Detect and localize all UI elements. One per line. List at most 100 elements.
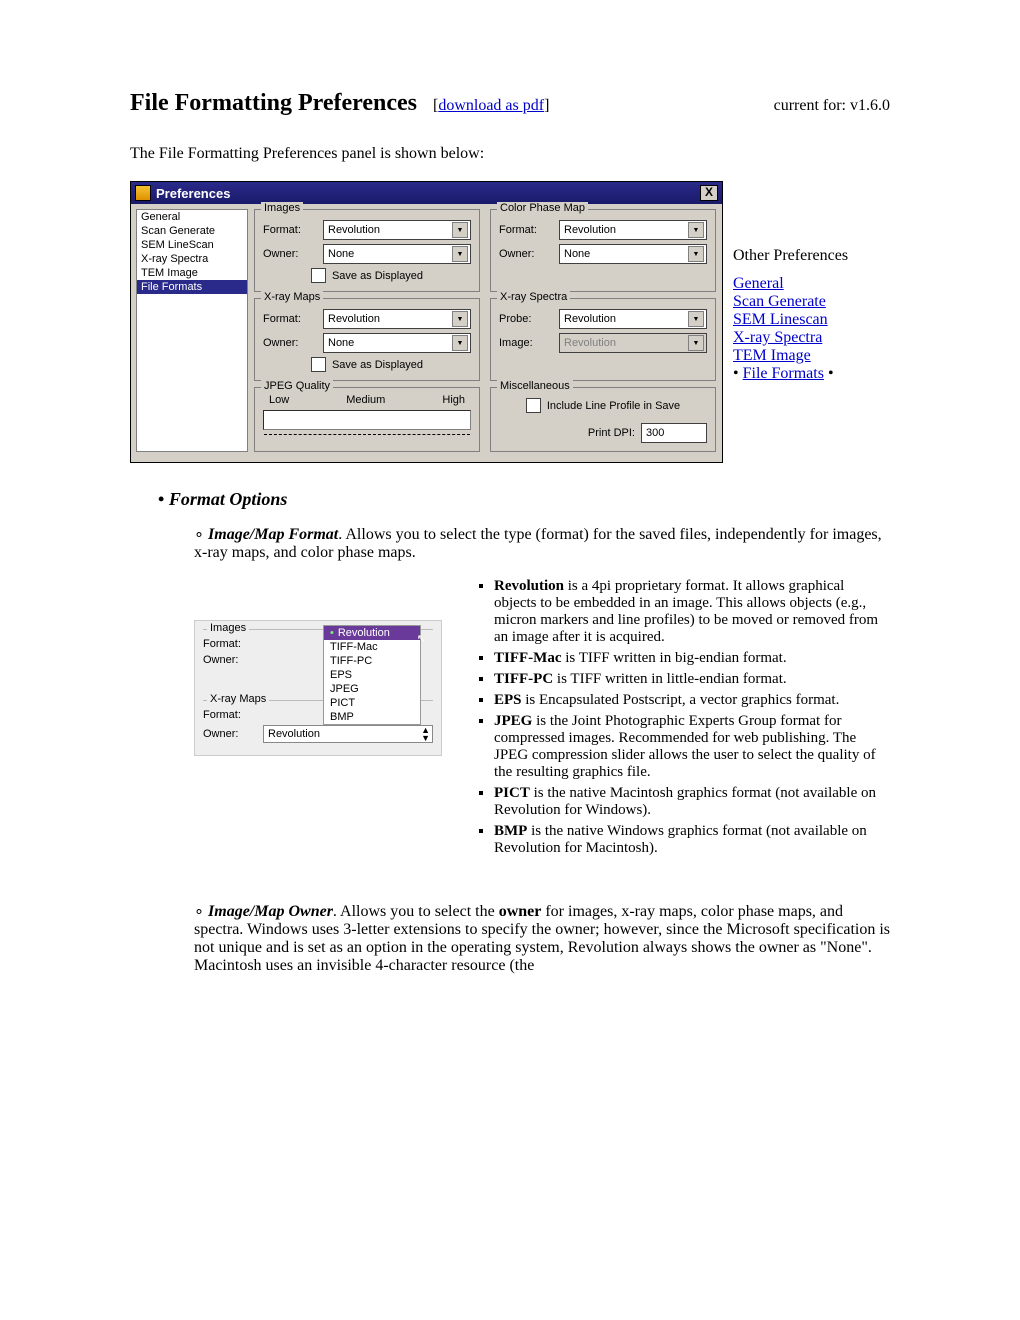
sidebar-item-file-formats[interactable]: File Formats [137, 280, 247, 294]
sidebar-item-tem-image[interactable]: TEM Image [137, 266, 247, 280]
xrs-image-dropdown: Revolution [559, 333, 707, 353]
xrs-probe-label: Probe: [499, 313, 553, 325]
download-pdf-link[interactable]: download as pdf [438, 97, 544, 114]
jpeg-quality-group: JPEG Quality Low Medium High [254, 387, 480, 452]
dm-xray-owner-label: Owner: [203, 728, 255, 740]
dm-xray-format-select[interactable]: Revolution▲▼ [263, 725, 433, 743]
download-link-wrap: [download as pdf] [433, 97, 549, 115]
xray-spectra-group: X-ray Spectra Probe: Revolution Image: R… [490, 298, 716, 381]
images-format-dropdown[interactable]: Revolution [323, 220, 471, 240]
xrs-image-label: Image: [499, 337, 553, 349]
nav-scan-generate-link[interactable]: Scan Generate [733, 293, 848, 311]
images-legend: Images [261, 202, 303, 214]
format-options-list[interactable]: Revolution↖ TIFF-Mac TIFF-PC EPS JPEG PI… [323, 625, 421, 725]
images-owner-dropdown[interactable]: None [323, 244, 471, 264]
desc-tiff-mac: TIFF-Mac is TIFF written in big-endian f… [494, 650, 890, 667]
include-line-profile-label: Include Line Profile in Save [547, 400, 680, 412]
xray-maps-legend: X-ray Maps [261, 291, 323, 303]
intro-text: The File Formatting Preferences panel is… [130, 145, 890, 163]
owner-word: owner [499, 903, 542, 920]
desc-pict: PICT is the native Macintosh graphics fo… [494, 785, 890, 819]
chevron-down-icon [688, 335, 704, 351]
jpeg-quality-slider[interactable] [263, 410, 471, 430]
window-icon [135, 185, 151, 201]
xrm-owner-dropdown[interactable]: None [323, 333, 471, 353]
dm-format-label: Format: [203, 638, 255, 650]
dm-owner-label: Owner: [203, 654, 255, 666]
format-dropdown-mock: Images Format: Owner: X-ray Maps Format:… [194, 620, 442, 756]
color-phase-legend: Color Phase Map [497, 202, 588, 214]
chevron-down-icon [452, 246, 468, 262]
other-preferences-nav: Other Preferences General Scan Generate … [733, 181, 848, 383]
close-icon[interactable]: X [700, 185, 718, 201]
sidebar-item-general[interactable]: General [137, 210, 247, 224]
jpeg-legend: JPEG Quality [261, 380, 333, 392]
color-phase-group: Color Phase Map Format: Revolution Owner… [490, 209, 716, 292]
images-save-displayed-checkbox[interactable] [311, 268, 326, 283]
dm-xray-format-label: Format: [203, 709, 255, 721]
option-eps[interactable]: EPS [324, 668, 420, 682]
include-line-profile-checkbox[interactable] [526, 398, 541, 413]
nav-file-formats-current: • File Formats • [733, 365, 848, 383]
option-revolution[interactable]: Revolution↖ [324, 626, 420, 640]
cpm-owner-label: Owner: [499, 248, 553, 260]
cpm-owner-dropdown[interactable]: None [559, 244, 707, 264]
jpeg-med-label: Medium [346, 394, 385, 406]
nav-sem-linescan-link[interactable]: SEM Linescan [733, 311, 848, 329]
chevron-down-icon [452, 335, 468, 351]
image-map-format-item: ∘ Image/Map Format. Allows you to select… [194, 524, 890, 562]
images-owner-label: Owner: [263, 248, 317, 260]
nav-general-link[interactable]: General [733, 275, 848, 293]
images-save-displayed-label: Save as Displayed [332, 270, 423, 282]
option-tiff-mac[interactable]: TIFF-Mac [324, 640, 420, 654]
cpm-format-dropdown[interactable]: Revolution [559, 220, 707, 240]
jpeg-high-label: High [442, 394, 465, 406]
option-jpeg[interactable]: JPEG [324, 682, 420, 696]
images-group: Images Format: Revolution Owner: None Sa… [254, 209, 480, 292]
format-descriptions: Revolution is a 4pi proprietary format. … [468, 574, 890, 861]
desc-bmp: BMP is the native Windows graphics forma… [494, 823, 890, 857]
chevron-down-icon [688, 246, 704, 262]
jpeg-low-label: Low [269, 394, 289, 406]
chevron-down-icon [688, 222, 704, 238]
window-titlebar: Preferences X [131, 182, 722, 204]
dm-images-legend: Images [207, 622, 249, 634]
preferences-window: Preferences X General Scan Generate SEM … [130, 181, 723, 463]
print-dpi-input[interactable]: 300 [641, 423, 707, 443]
nav-file-formats-link[interactable]: File Formats [743, 365, 824, 383]
desc-eps: EPS is Encapsulated Postscript, a vector… [494, 692, 890, 709]
xrm-format-dropdown[interactable]: Revolution [323, 309, 471, 329]
chevron-down-icon [452, 222, 468, 238]
nav-xray-spectra-link[interactable]: X-ray Spectra [733, 329, 848, 347]
nav-tem-image-link[interactable]: TEM Image [733, 347, 848, 365]
desc-jpeg: JPEG is the Joint Photographic Experts G… [494, 713, 890, 781]
xrm-format-label: Format: [263, 313, 317, 325]
xrs-probe-dropdown[interactable]: Revolution [559, 309, 707, 329]
other-prefs-header: Other Preferences [733, 247, 848, 265]
image-map-format-title: Image/Map Format [208, 526, 338, 543]
sidebar-item-sem-linescan[interactable]: SEM LineScan [137, 238, 247, 252]
images-format-label: Format: [263, 224, 317, 236]
sidebar-item-xray-spectra[interactable]: X-ray Spectra [137, 252, 247, 266]
option-bmp[interactable]: BMP [324, 710, 420, 724]
xrm-save-displayed-checkbox[interactable] [311, 357, 326, 372]
xray-spectra-legend: X-ray Spectra [497, 291, 570, 303]
print-dpi-label: Print DPI: [588, 427, 635, 439]
sidebar-item-scan-generate[interactable]: Scan Generate [137, 224, 247, 238]
image-map-owner-item: ∘ Image/Map Owner. Allows you to select … [194, 901, 890, 975]
format-options-heading: Format Options [158, 489, 890, 510]
chevron-down-icon [452, 311, 468, 327]
desc-tiff-pc: TIFF-PC is TIFF written in little-endian… [494, 671, 890, 688]
xrm-owner-label: Owner: [263, 337, 317, 349]
option-tiff-pc[interactable]: TIFF-PC [324, 654, 420, 668]
option-pict[interactable]: PICT [324, 696, 420, 710]
image-map-owner-title: Image/Map Owner [208, 903, 333, 920]
desc-revolution: Revolution is a 4pi proprietary format. … [494, 578, 890, 646]
cursor-icon: ↖ [417, 632, 426, 645]
chevron-down-icon [688, 311, 704, 327]
stepper-icon: ▲▼ [421, 726, 430, 742]
preferences-sidebar: General Scan Generate SEM LineScan X-ray… [136, 209, 248, 452]
xray-maps-group: X-ray Maps Format: Revolution Owner: Non… [254, 298, 480, 381]
xrm-save-displayed-label: Save as Displayed [332, 359, 423, 371]
cpm-format-label: Format: [499, 224, 553, 236]
